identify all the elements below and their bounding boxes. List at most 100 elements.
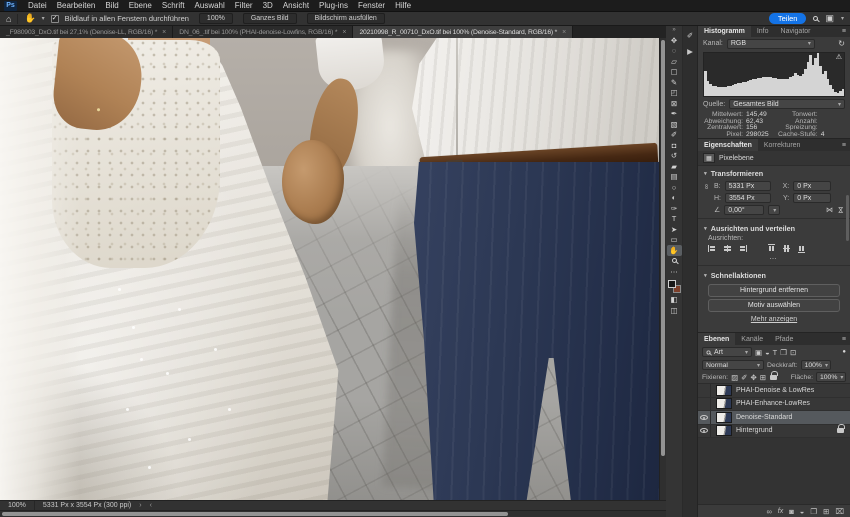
lock-paint-icon[interactable]: ✐ [741, 373, 747, 382]
flip-horizontal-icon[interactable]: ⋈ [826, 206, 833, 214]
align-left-icon[interactable] [708, 244, 717, 253]
lock-artboard-icon[interactable]: ⊞ [760, 373, 766, 382]
align-center-vertical-icon[interactable] [782, 244, 791, 253]
fill-screen-button[interactable]: Bildschirm ausfüllen [307, 13, 385, 24]
layer-thumbnail[interactable] [716, 425, 732, 436]
canvas[interactable] [0, 38, 659, 500]
healing-brush-tool[interactable]: ▧ [667, 119, 682, 130]
menu-auswahl[interactable]: Auswahl [190, 1, 230, 10]
layer-visibility-toggle[interactable] [698, 425, 711, 438]
scrollbar-thumb[interactable] [661, 40, 665, 456]
delete-layer-icon[interactable]: ⌧ [835, 507, 844, 516]
tab-ebenen[interactable]: Ebenen [698, 333, 735, 345]
shape-tool[interactable]: ▭ [667, 235, 682, 246]
layer-visibility-toggle[interactable] [698, 411, 711, 424]
lock-all-icon[interactable] [770, 375, 777, 380]
link-dimensions-icon[interactable]: ∞ [703, 182, 710, 190]
menu-3d[interactable]: 3D [258, 1, 278, 10]
menu-schrift[interactable]: Schrift [157, 1, 190, 10]
panel-menu-icon[interactable]: ≡ [838, 333, 850, 345]
tab-eigenschaften[interactable]: Eigenschaften [698, 139, 758, 151]
panel-scrollbar-thumb[interactable] [846, 195, 849, 241]
lock-transparency-icon[interactable]: ▨ [731, 373, 738, 382]
layer-row[interactable]: PHAI-Denoise & LowRes [698, 384, 850, 398]
tab-pfade[interactable]: Pfade [769, 333, 799, 345]
chevron-down-icon[interactable]: ▾ [841, 15, 844, 22]
menu-ansicht[interactable]: Ansicht [278, 1, 314, 10]
lock-position-icon[interactable]: ✥ [750, 373, 756, 382]
eyedropper-tool[interactable]: ✒ [667, 109, 682, 120]
tab-navigator[interactable]: Navigator [775, 26, 817, 37]
share-button[interactable]: Teilen [769, 13, 807, 24]
object-selection-tool[interactable]: ▢ [667, 67, 682, 78]
quick-mask-mode-button[interactable]: ◧ [667, 295, 682, 306]
align-more-options-icon[interactable]: ⋯ [698, 255, 850, 263]
tab-kan-le[interactable]: Kanäle [735, 333, 769, 345]
collapse-toolbar-icon[interactable]: » [672, 27, 675, 35]
menu-ebene[interactable]: Ebene [124, 1, 157, 10]
layer-style-icon[interactable]: fx [778, 508, 783, 515]
screen-mode-button[interactable]: ◫ [667, 305, 682, 316]
brush-tool[interactable]: ✐ [667, 130, 682, 141]
filter-pixel-layers-icon[interactable]: ▣ [755, 348, 762, 357]
align-center-horizontal-icon[interactable] [723, 244, 732, 253]
scrollbar-thumb[interactable] [2, 512, 508, 516]
chevron-down-icon[interactable]: ▾ [42, 15, 45, 22]
search-icon[interactable] [813, 16, 818, 21]
quick-action-motiv-ausw-hlen[interactable]: Motiv auswählen [708, 299, 840, 312]
layer-row[interactable]: Hintergrund [698, 425, 850, 439]
layer-row[interactable]: PHAI-Enhance-LowRes [698, 398, 850, 412]
link-layers-icon[interactable]: ∞ [766, 507, 771, 516]
height-field[interactable]: 3554 Px [725, 193, 771, 203]
status-popup-arrow-icon[interactable]: › [139, 502, 141, 509]
new-group-icon[interactable]: ❐ [810, 507, 817, 516]
blur-tool[interactable]: ○ [667, 182, 682, 193]
panel-menu-icon[interactable]: ≡ [838, 26, 850, 37]
foreground-color-swatch[interactable] [668, 280, 676, 288]
fit-screen-button[interactable]: Ganzes Bild [243, 13, 297, 24]
clone-stamp-tool[interactable]: ◘ [667, 140, 682, 151]
rotation-dropdown[interactable]: ▾ [768, 205, 780, 215]
show-more-link[interactable]: Mehr anzeigen [751, 316, 797, 323]
menu-filter[interactable]: Filter [230, 1, 258, 10]
add-adjustment-layer-icon[interactable]: ◒ [800, 507, 805, 516]
scroll-all-windows-checkbox[interactable]: ✓ [51, 15, 59, 23]
hand-tool-icon[interactable]: ✋ [24, 13, 35, 24]
zoom-100-button[interactable]: 100% [199, 13, 233, 24]
actions-panel-icon[interactable]: ▶ [687, 47, 693, 56]
crop-tool[interactable]: ◰ [667, 88, 682, 99]
menu-hilfe[interactable]: Hilfe [390, 1, 416, 10]
color-swatches[interactable] [668, 280, 681, 293]
transform-section-header[interactable]: ▾ Transformieren [698, 166, 850, 180]
status-popup-arrow-icon[interactable]: ‹ [150, 502, 152, 509]
align-bottom-icon[interactable] [797, 244, 806, 253]
channel-select[interactable]: RGB ▾ [727, 39, 815, 49]
menu-fenster[interactable]: Fenster [353, 1, 390, 10]
filter-adjustment-layers-icon[interactable]: ◒ [765, 348, 770, 357]
layer-thumbnail[interactable] [716, 398, 732, 409]
flip-vertical-icon[interactable]: ⋈ [837, 207, 845, 214]
type-tool[interactable]: T [667, 214, 682, 225]
align-top-icon[interactable] [767, 244, 776, 253]
y-field[interactable]: 0 Px [793, 193, 831, 203]
filter-type-layers-icon[interactable]: T [773, 348, 778, 357]
layer-filter-select[interactable]: Art ▾ [702, 347, 752, 357]
quick-selection-tool[interactable]: ✎ [667, 77, 682, 88]
brush-settings-panel-icon[interactable]: ✐ [687, 31, 693, 40]
tab-info[interactable]: Info [751, 26, 775, 37]
filter-toggle-icon[interactable]: ● [842, 349, 846, 355]
edit-toolbar-button[interactable]: ⋯ [667, 266, 682, 277]
move-tool[interactable]: ✥ [667, 35, 682, 46]
new-layer-icon[interactable]: ⊞ [823, 507, 829, 516]
menu-bild[interactable]: Bild [100, 1, 123, 10]
align-section-header[interactable]: ▾ Ausrichten und verteilen [698, 221, 850, 235]
marquee-tool[interactable]: ◌ [667, 46, 682, 57]
tab-histogramm[interactable]: Histogramm [698, 26, 751, 37]
pen-tool[interactable]: ✑ [667, 203, 682, 214]
gradient-tool[interactable]: ▤ [667, 172, 682, 183]
tab-korrekturen[interactable]: Korrekturen [758, 139, 807, 151]
quick-actions-section-header[interactable]: ▾ Schnellaktionen [698, 268, 850, 282]
frame-tool[interactable]: ⊠ [667, 98, 682, 109]
hand-tool[interactable]: ✋ [667, 245, 682, 256]
layer-thumbnail[interactable] [716, 385, 732, 396]
